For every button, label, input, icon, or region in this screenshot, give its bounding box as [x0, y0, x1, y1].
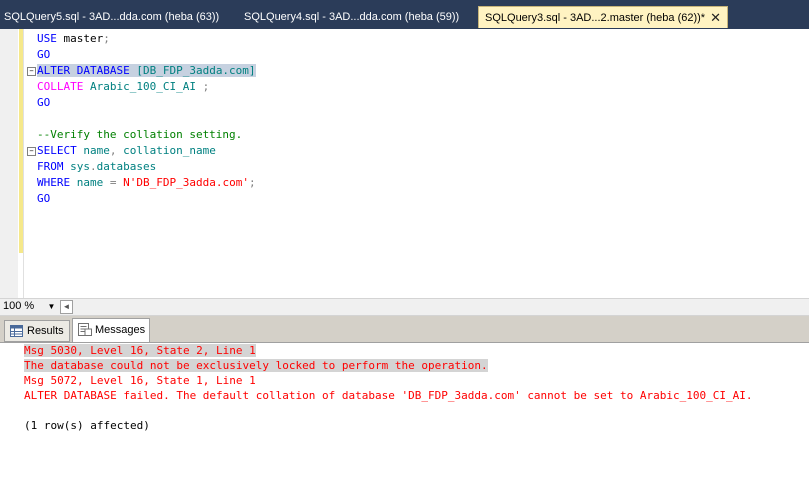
code-token: Arabic_100_CI_AI	[83, 80, 203, 93]
code-line[interactable]: WHERE name = N'DB_FDP_3adda.com';	[37, 175, 256, 191]
code-text: GO	[37, 96, 50, 109]
tab-results-label: Results	[27, 325, 64, 337]
grid-icon	[10, 325, 23, 337]
code-token: name	[76, 144, 110, 157]
message-text: The database could not be exclusively lo…	[24, 359, 488, 372]
code-line[interactable]: GO	[37, 95, 50, 111]
outline-margin	[23, 29, 24, 298]
tab-sqlquery3-label: SQLQuery3.sql - 3AD...2.master (heba (62…	[485, 12, 706, 24]
results-tab-strip: Results Messages	[0, 316, 809, 342]
tab-messages-label: Messages	[95, 324, 146, 336]
messages-icon	[78, 323, 92, 336]
collapse-icon[interactable]: −	[27, 147, 36, 156]
zoom-level[interactable]: 100 %	[3, 300, 34, 312]
query-editor[interactable]: USE master; GO ALTER DATABASE [DB_FDP_3add…	[0, 29, 809, 298]
code-token: ;	[202, 80, 210, 93]
code-token: ;	[103, 32, 110, 45]
message-line: The database could not be exclusively lo…	[24, 358, 488, 373]
message-line: Msg 5072, Level 16, State 1, Line 1	[24, 373, 256, 388]
code-text: USE master;	[37, 32, 110, 45]
message-text: (1 row(s) affected)	[24, 419, 150, 432]
code-token: master	[56, 32, 104, 45]
code-line[interactable]: GO	[37, 47, 50, 63]
code-token: USE	[37, 32, 57, 45]
code-token: databases	[96, 160, 157, 173]
messages-pane[interactable]: Msg 5030, Level 16, State 2, Line 1 The d…	[0, 342, 809, 501]
code-token: ;	[248, 176, 256, 189]
collapse-icon[interactable]: −	[27, 67, 36, 76]
code-token: GO	[37, 96, 51, 109]
chevron-down-icon[interactable]: ▼	[46, 301, 57, 313]
code-line[interactable]: ALTER DATABASE [DB_FDP_3adda.com]	[37, 63, 256, 79]
code-token: collation_name	[116, 144, 216, 157]
code-text: GO	[37, 48, 50, 61]
code-token: FROM	[37, 160, 64, 173]
code-token: [DB_FDP_3adda.com]	[136, 64, 256, 77]
code-line[interactable]: --Verify the collation setting.	[37, 127, 242, 143]
code-line[interactable]: FROM sys.databases	[37, 159, 156, 175]
code-token: COLLATE	[37, 80, 84, 93]
code-token: --Verify the collation setting.	[37, 128, 243, 141]
code-line[interactable]: SELECT name, collation_name	[37, 143, 216, 159]
document-tab-strip: SQLQuery5.sql - 3AD...dda.com (heba (63)…	[0, 0, 809, 29]
code-text: GO	[37, 192, 50, 205]
code-token: N'DB_FDP_3adda.com'	[116, 176, 249, 189]
message-line: (1 row(s) affected)	[24, 418, 150, 433]
message-text: Msg 5030, Level 16, State 2, Line 1	[24, 344, 256, 357]
editor-gutter	[0, 29, 18, 298]
message-line: ALTER DATABASE failed. The default colla…	[24, 388, 752, 403]
code-text: FROM sys.databases	[37, 160, 156, 173]
close-icon[interactable]: ✕	[710, 7, 721, 29]
code-text: --Verify the collation setting.	[37, 128, 242, 141]
code-text: WHERE name = N'DB_FDP_3adda.com';	[37, 176, 256, 189]
code-token: WHERE	[37, 176, 71, 189]
message-line: Msg 5030, Level 16, State 2, Line 1	[24, 343, 256, 358]
tab-messages[interactable]: Messages	[72, 318, 150, 342]
message-text: ALTER DATABASE failed. The default colla…	[24, 389, 753, 402]
scroll-left-icon[interactable]: ◄	[60, 300, 73, 314]
tab-sqlquery4[interactable]: SQLQuery4.sql - 3AD...dda.com (heba (59)…	[244, 6, 459, 28]
tab-sqlquery5[interactable]: SQLQuery5.sql - 3AD...dda.com (heba (63)…	[4, 6, 219, 28]
code-token: sys	[63, 160, 90, 173]
tab-sqlquery3[interactable]: SQLQuery3.sql - 3AD...2.master (heba (62…	[478, 6, 728, 28]
message-text: Msg 5072, Level 16, State 1, Line 1	[24, 374, 256, 387]
code-token: SELECT	[37, 144, 77, 157]
tab-results[interactable]: Results	[4, 320, 70, 342]
selected-text: ALTER DATABASE [DB_FDP_3adda.com]	[37, 64, 256, 77]
code-line[interactable]: COLLATE Arabic_100_CI_AI ;	[37, 79, 209, 95]
code-token: ,	[109, 144, 117, 157]
code-token: =	[109, 176, 117, 189]
code-token: GO	[37, 192, 51, 205]
code-line[interactable]: USE master;	[37, 31, 110, 47]
code-text: COLLATE Arabic_100_CI_AI ;	[37, 80, 209, 93]
code-text: SELECT name, collation_name	[37, 144, 216, 157]
code-token: .	[90, 160, 97, 173]
code-token: ALTER DATABASE	[37, 64, 130, 77]
code-token: name	[70, 176, 110, 189]
zoom-bar: 100 % ▼ ◄	[0, 298, 809, 316]
code-token: GO	[37, 48, 51, 61]
code-line[interactable]: GO	[37, 191, 50, 207]
